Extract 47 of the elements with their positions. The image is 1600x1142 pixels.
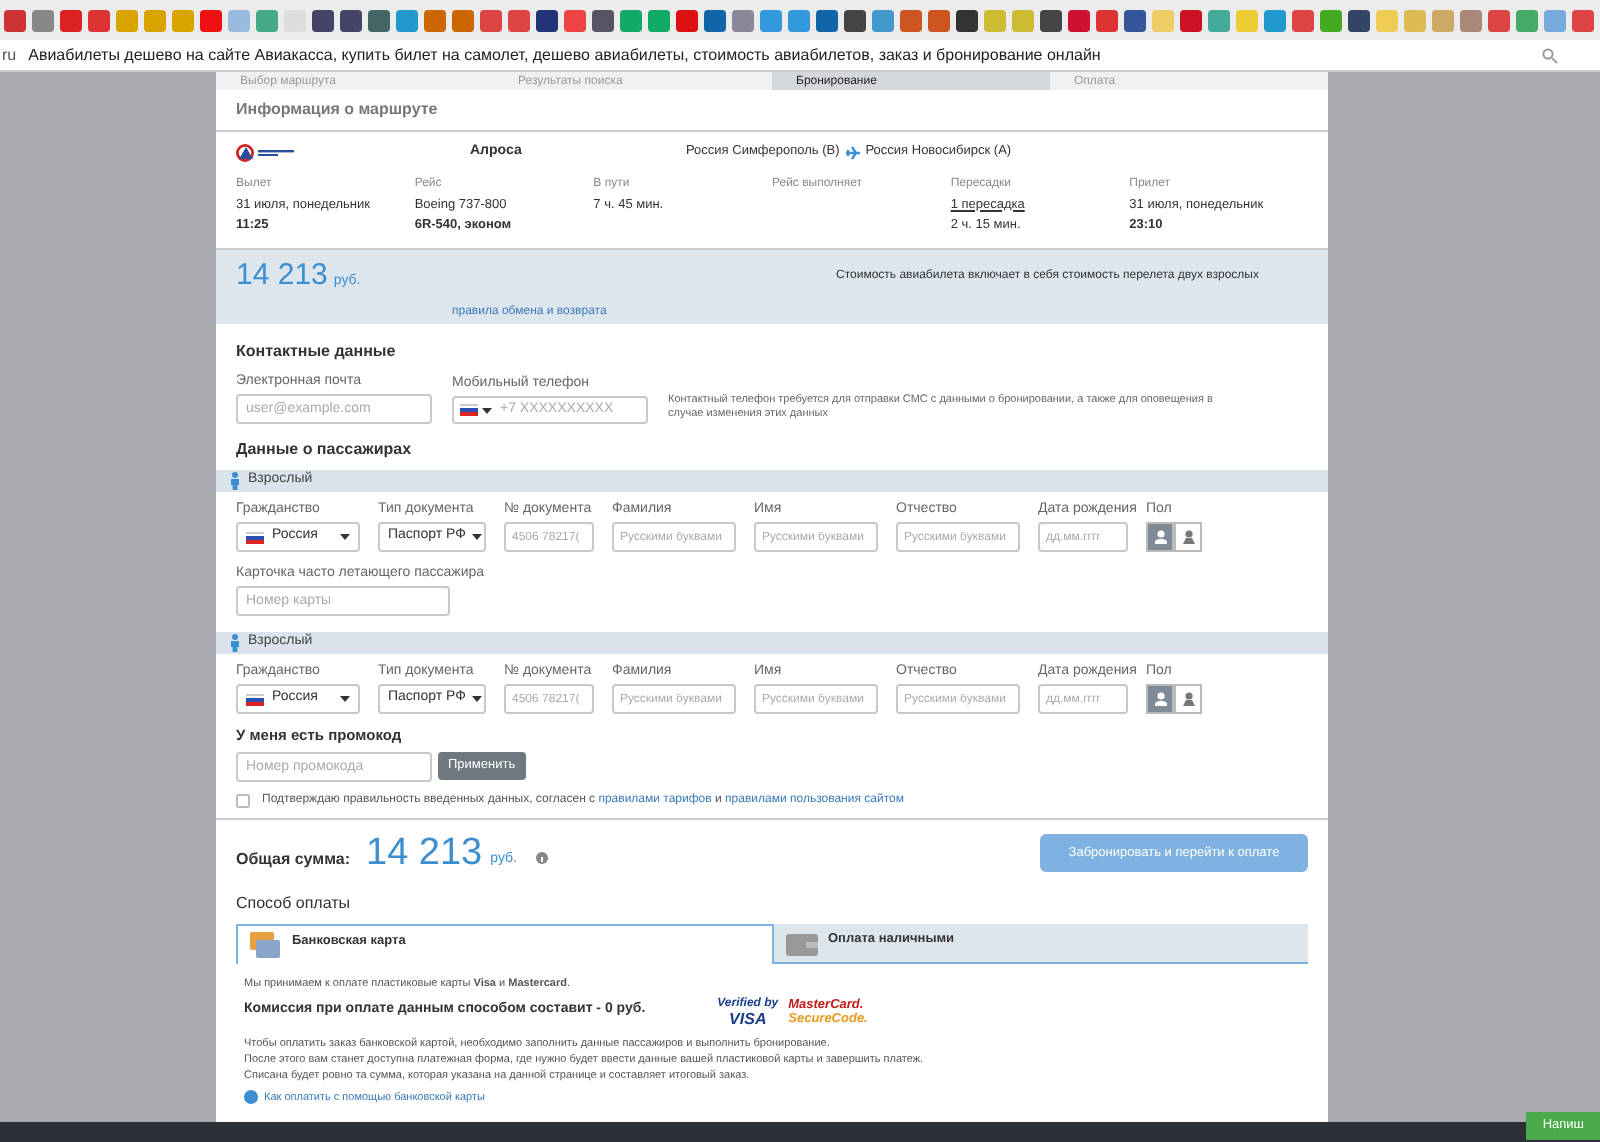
bookmark-icon[interactable] bbox=[340, 9, 362, 31]
plane-icon bbox=[845, 145, 860, 160]
section-heading: Данные о пассажирах bbox=[236, 438, 414, 462]
caret-icon bbox=[482, 407, 492, 413]
bookmark-icon[interactable] bbox=[368, 9, 390, 31]
caret-icon bbox=[471, 696, 482, 702]
section-heading: Способ оплаты bbox=[236, 892, 353, 917]
gender-toggle[interactable] bbox=[1174, 522, 1202, 552]
male-person-icon bbox=[1153, 530, 1167, 544]
section-heading: Контактные данные bbox=[236, 340, 398, 364]
female-person-icon bbox=[1181, 692, 1195, 706]
bookmark-icon[interactable] bbox=[816, 9, 838, 31]
bookmark-icon[interactable] bbox=[956, 9, 978, 31]
female-person-icon bbox=[1181, 530, 1195, 544]
gender-toggle[interactable] bbox=[1146, 522, 1174, 552]
section-title: Информация о маршруте bbox=[216, 90, 1328, 132]
bookmark-icon[interactable] bbox=[1124, 9, 1146, 31]
agreement-checkbox[interactable] bbox=[236, 794, 250, 809]
bookmark-icon[interactable] bbox=[1040, 9, 1062, 31]
page-title: Авиабилеты дешево на сайте Авиакасса, купить билет на самолет, дешево авиабилеты, стоимость авиабилетов, заказ и бронирование онлайн bbox=[28, 43, 1103, 67]
caret-icon bbox=[471, 534, 482, 540]
search-icon[interactable] bbox=[1542, 47, 1558, 63]
caret-icon bbox=[340, 534, 350, 540]
gender-toggle[interactable] bbox=[1174, 684, 1202, 714]
bookmark-icon[interactable] bbox=[1180, 9, 1202, 31]
bookmark-icon[interactable] bbox=[1348, 9, 1370, 31]
total-amount: 14 213 bbox=[366, 829, 483, 877]
total-label: Общая сумма: bbox=[236, 847, 350, 872]
bookmark-icon[interactable] bbox=[592, 9, 614, 31]
russia-flag-icon bbox=[460, 404, 478, 416]
bookmark-icon[interactable] bbox=[844, 9, 866, 31]
bookmark-icon[interactable] bbox=[312, 9, 334, 31]
bookmark-icon[interactable] bbox=[536, 9, 558, 31]
caret-icon bbox=[340, 696, 350, 702]
gender-toggle[interactable] bbox=[1146, 684, 1174, 714]
person-icon bbox=[230, 472, 240, 490]
russia-flag-icon bbox=[246, 693, 264, 705]
person-icon bbox=[230, 634, 240, 652]
price-amount: 14 213 bbox=[236, 258, 328, 292]
bank-cards-icon bbox=[250, 932, 282, 961]
url-prefix: ru bbox=[2, 43, 17, 67]
wallet-icon bbox=[786, 930, 818, 959]
bookmark-icon[interactable] bbox=[1068, 9, 1090, 31]
male-person-icon bbox=[1153, 692, 1167, 706]
bookmark-icon[interactable] bbox=[704, 9, 726, 31]
info-icon[interactable] bbox=[536, 851, 549, 864]
russia-flag-icon bbox=[246, 531, 264, 543]
